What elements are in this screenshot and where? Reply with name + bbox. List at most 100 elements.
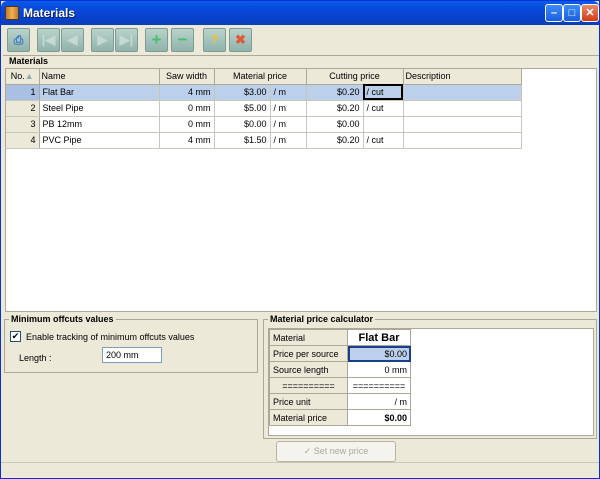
materials-window: Materials – □ ✕ ⎙ |◀ ◀ ▶ ▶| + − ? ✖ Mate…: [0, 0, 600, 479]
print-button[interactable]: ⎙: [7, 28, 30, 52]
minimize-button[interactable]: –: [545, 4, 563, 22]
cell-name[interactable]: PB 12mm: [39, 116, 160, 133]
minus-icon: −: [177, 30, 188, 49]
table-row[interactable]: 1 Flat Bar 4 mm $3.00/ m $0.20/ cut: [6, 84, 522, 101]
check-icon: ✓: [303, 446, 312, 456]
calculator-title: Material price calculator: [268, 314, 376, 324]
cell-cutting-price[interactable]: $0.00: [306, 116, 364, 133]
offcuts-panel: Minimum offcuts values ✔ Enable tracking…: [4, 314, 258, 373]
calc-row-label: ==========: [269, 377, 348, 394]
cell-description[interactable]: [403, 100, 522, 117]
enable-offcuts-label: Enable tracking of minimum offcuts value…: [26, 332, 195, 342]
col-description[interactable]: Description: [403, 69, 522, 85]
cancel-edit-button[interactable]: ✖: [229, 28, 252, 52]
table-row[interactable]: 4 PVC Pipe 4 mm $1.50/ m $0.20/ cut: [6, 132, 522, 149]
cell-cutting-unit[interactable]: / cut: [363, 132, 404, 149]
calculator-table: Material Flat Bar Price per source $0.00 S…: [269, 329, 411, 426]
last-icon: ▶|: [119, 32, 134, 47]
cell-description[interactable]: [403, 84, 522, 101]
col-saw-width[interactable]: Saw width: [159, 69, 215, 85]
materials-grid[interactable]: No.▲ Name Saw width Material price Cutti…: [5, 68, 597, 312]
cell-material-price[interactable]: $1.50: [214, 132, 271, 149]
cell-saw-width[interactable]: 4 mm: [159, 84, 215, 101]
cell-saw-width[interactable]: 0 mm: [159, 100, 215, 117]
sort-icon: ▲: [24, 71, 34, 82]
cell-cutting-price[interactable]: $0.20: [306, 132, 364, 149]
row-number[interactable]: 3: [6, 116, 40, 133]
cell-material-price[interactable]: $0.00: [214, 116, 271, 133]
row-number[interactable]: 4: [6, 132, 40, 149]
row-number[interactable]: 2: [6, 100, 40, 117]
materials-section-label: Materials: [9, 56, 49, 66]
calc-row-value[interactable]: / m: [347, 393, 411, 410]
close-button[interactable]: ✕: [581, 4, 599, 22]
table-row[interactable]: 2 Steel Pipe 0 mm $5.00/ m $0.20/ cut: [6, 100, 522, 117]
cell-material-price[interactable]: $3.00: [214, 84, 271, 101]
cell-description[interactable]: [403, 132, 522, 149]
cell-cutting-price[interactable]: $0.20: [306, 84, 364, 101]
cell-saw-width[interactable]: 0 mm: [159, 116, 215, 133]
cell-material-unit[interactable]: / m: [270, 84, 307, 101]
minimize-icon: –: [550, 7, 558, 19]
add-record-button[interactable]: +: [145, 28, 168, 52]
cell-name[interactable]: PVC Pipe: [39, 132, 160, 149]
length-input[interactable]: 200 mm: [102, 347, 162, 363]
previous-icon: ◀: [67, 32, 78, 47]
length-label: Length :: [19, 353, 52, 363]
calc-row-value: ==========: [347, 377, 411, 394]
first-record-button[interactable]: |◀: [37, 28, 60, 52]
cell-material-unit[interactable]: / m: [270, 132, 307, 149]
row-number[interactable]: 1: [6, 84, 40, 101]
toolbar: ⎙ |◀ ◀ ▶ ▶| + − ? ✖: [3, 26, 599, 56]
window-title: Materials: [23, 6, 76, 20]
calc-material-value: Flat Bar: [347, 329, 411, 346]
cell-cutting-unit[interactable]: / cut: [363, 84, 404, 101]
calc-row: Source length 0 mm: [269, 361, 411, 378]
enable-offcuts-checkbox[interactable]: ✔: [10, 331, 21, 342]
set-new-price-button[interactable]: ✓ Set new price: [276, 441, 396, 462]
cell-material-unit[interactable]: / m: [270, 116, 307, 133]
offcuts-title: Minimum offcuts values: [9, 314, 116, 324]
calculator-grid: Material Flat Bar Price per source $0.00 S…: [268, 328, 594, 436]
cell-material-price[interactable]: $5.00: [214, 100, 271, 117]
cell-name[interactable]: Flat Bar: [39, 84, 160, 101]
plus-icon: +: [151, 30, 162, 49]
help-icon: ?: [210, 32, 219, 47]
calc-row-label: Source length: [269, 361, 348, 378]
calc-row-value[interactable]: 0 mm: [347, 361, 411, 378]
cell-saw-width[interactable]: 4 mm: [159, 132, 215, 149]
app-icon: [5, 6, 19, 20]
materials-table: No.▲ Name Saw width Material price Cutti…: [6, 69, 522, 149]
last-record-button[interactable]: ▶|: [115, 28, 138, 52]
set-new-price-label: Set new price: [313, 446, 369, 456]
calc-row-value: $0.00: [347, 409, 411, 426]
grid-header-row: No.▲ Name Saw width Material price Cutti…: [6, 69, 522, 85]
next-record-button[interactable]: ▶: [91, 28, 114, 52]
previous-record-button[interactable]: ◀: [61, 28, 84, 52]
help-button[interactable]: ?: [203, 28, 226, 52]
col-no[interactable]: No.▲: [6, 69, 40, 85]
close-icon: ✕: [585, 7, 595, 19]
col-cutting-price[interactable]: Cutting price: [306, 69, 404, 85]
calc-row-label: Price unit: [269, 393, 348, 410]
next-icon: ▶: [97, 32, 108, 47]
table-row[interactable]: 3 PB 12mm 0 mm $0.00/ m $0.00: [6, 116, 522, 133]
remove-record-button[interactable]: −: [171, 28, 194, 52]
col-name[interactable]: Name: [39, 69, 160, 85]
calc-material-label: Material: [269, 329, 348, 346]
cell-name[interactable]: Steel Pipe: [39, 100, 160, 117]
col-material-price[interactable]: Material price: [214, 69, 307, 85]
cell-cutting-price[interactable]: $0.20: [306, 100, 364, 117]
cell-material-unit[interactable]: / m: [270, 100, 307, 117]
cell-cutting-unit[interactable]: / cut: [363, 100, 404, 117]
calc-row-label: Price per source: [269, 345, 348, 362]
maximize-button[interactable]: □: [563, 4, 581, 22]
cell-cutting-unit[interactable]: [363, 116, 404, 133]
cell-description[interactable]: [403, 116, 522, 133]
calc-row-value[interactable]: $0.00: [347, 345, 411, 362]
calculator-panel: Material price calculator Material Flat …: [263, 314, 597, 439]
status-bar: [1, 462, 599, 478]
calc-row: Material price $0.00: [269, 409, 411, 426]
print-icon: ⎙: [13, 33, 24, 47]
calc-row: Price unit / m: [269, 393, 411, 410]
